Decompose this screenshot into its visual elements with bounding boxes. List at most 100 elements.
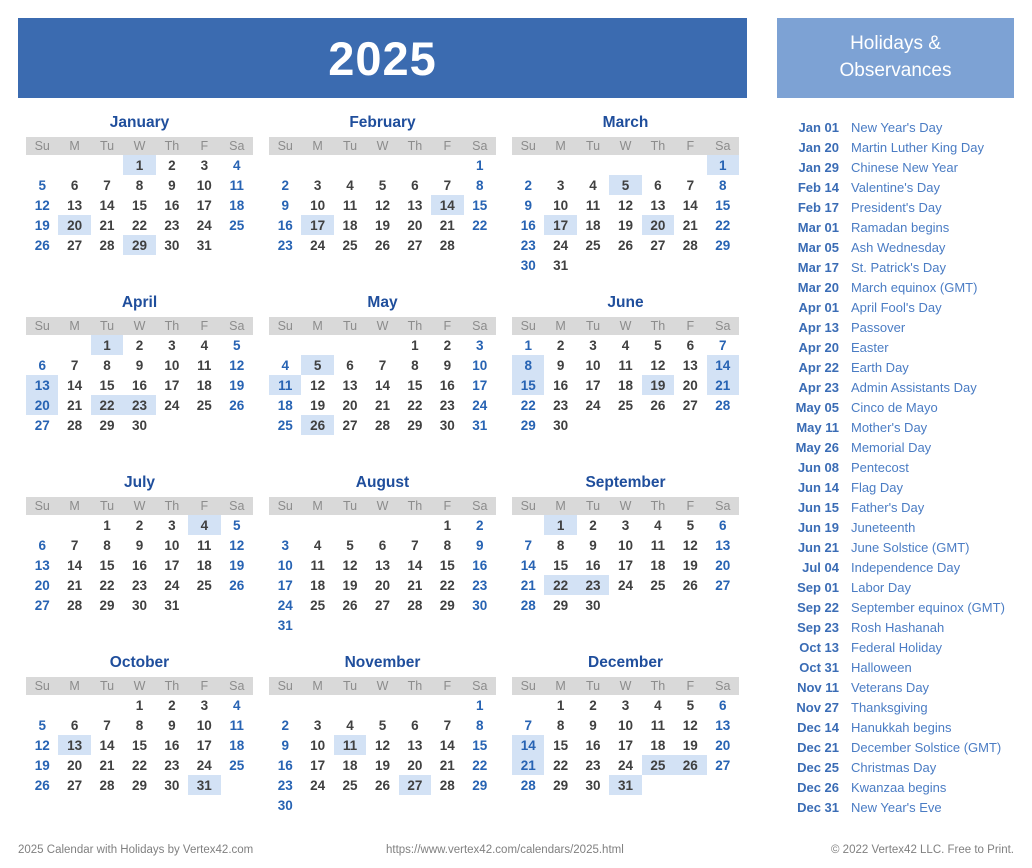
day-cell[interactable]: 1: [706, 155, 739, 175]
day-cell[interactable]: 16: [577, 735, 609, 755]
day-cell[interactable]: 4: [221, 695, 253, 715]
day-cell[interactable]: 15: [464, 195, 496, 215]
day-cell[interactable]: 27: [398, 775, 432, 795]
day-cell[interactable]: 19: [674, 555, 706, 575]
day-cell[interactable]: 16: [431, 375, 463, 395]
day-cell[interactable]: 16: [123, 375, 155, 395]
day-cell[interactable]: 12: [642, 355, 674, 375]
day-cell[interactable]: 18: [188, 375, 220, 395]
day-cell[interactable]: 13: [26, 375, 59, 395]
day-cell[interactable]: 5: [674, 695, 706, 715]
day-cell[interactable]: 23: [156, 215, 188, 235]
day-cell[interactable]: 20: [26, 575, 58, 595]
day-cell[interactable]: 31: [188, 775, 221, 795]
day-cell[interactable]: 22: [431, 575, 463, 595]
day-cell[interactable]: 21: [366, 395, 398, 415]
day-cell[interactable]: 21: [512, 575, 544, 595]
day-cell[interactable]: 16: [464, 555, 496, 575]
day-cell[interactable]: 17: [609, 555, 641, 575]
day-cell[interactable]: 12: [221, 355, 253, 375]
day-cell[interactable]: 1: [544, 695, 576, 715]
day-cell[interactable]: 9: [577, 715, 609, 735]
day-cell[interactable]: 13: [707, 715, 739, 735]
day-cell[interactable]: 16: [512, 215, 544, 235]
day-cell[interactable]: 14: [431, 735, 463, 755]
day-cell[interactable]: 14: [512, 555, 544, 575]
day-cell[interactable]: 24: [609, 575, 641, 595]
day-cell[interactable]: 10: [609, 715, 641, 735]
day-cell[interactable]: 26: [334, 595, 366, 615]
day-cell[interactable]: 9: [577, 535, 609, 555]
day-cell[interactable]: 13: [334, 375, 366, 395]
day-cell[interactable]: 24: [301, 775, 333, 795]
day-cell[interactable]: 17: [188, 195, 220, 215]
day-cell[interactable]: 1: [512, 335, 544, 355]
day-cell[interactable]: 27: [707, 755, 739, 775]
day-cell[interactable]: 19: [26, 755, 58, 775]
day-cell[interactable]: 15: [544, 735, 576, 755]
day-cell[interactable]: 28: [431, 235, 463, 255]
day-cell[interactable]: 19: [366, 755, 398, 775]
day-cell[interactable]: 5: [221, 515, 253, 535]
day-cell[interactable]: 7: [431, 175, 463, 195]
day-cell[interactable]: 22: [464, 215, 496, 235]
day-cell[interactable]: 29: [544, 775, 576, 795]
day-cell[interactable]: 20: [399, 215, 431, 235]
day-cell[interactable]: 27: [642, 235, 674, 255]
day-cell[interactable]: 15: [512, 375, 545, 395]
day-cell[interactable]: 25: [269, 415, 301, 435]
day-cell[interactable]: 30: [544, 415, 576, 435]
day-cell[interactable]: 25: [642, 575, 674, 595]
day-cell[interactable]: 18: [577, 215, 609, 235]
day-cell[interactable]: 25: [609, 395, 641, 415]
day-cell[interactable]: 26: [642, 395, 674, 415]
day-cell[interactable]: 3: [301, 175, 333, 195]
day-cell[interactable]: 30: [577, 775, 609, 795]
day-cell[interactable]: 29: [464, 775, 496, 795]
day-cell[interactable]: 5: [301, 355, 334, 375]
day-cell[interactable]: 19: [609, 215, 641, 235]
day-cell[interactable]: 1: [123, 695, 155, 715]
day-cell[interactable]: 17: [188, 735, 220, 755]
day-cell[interactable]: 27: [366, 595, 398, 615]
day-cell[interactable]: 17: [269, 575, 301, 595]
day-cell[interactable]: 27: [58, 775, 90, 795]
day-cell[interactable]: 5: [366, 175, 398, 195]
day-cell[interactable]: 2: [464, 515, 496, 535]
day-cell[interactable]: 3: [156, 515, 188, 535]
day-cell[interactable]: 12: [301, 375, 333, 395]
day-cell[interactable]: 3: [188, 695, 220, 715]
day-cell[interactable]: 5: [26, 715, 58, 735]
day-cell[interactable]: 27: [674, 395, 706, 415]
day-cell[interactable]: 24: [269, 595, 301, 615]
day-cell[interactable]: 31: [188, 235, 220, 255]
day-cell[interactable]: 12: [26, 195, 58, 215]
day-cell[interactable]: 31: [609, 775, 642, 795]
day-cell[interactable]: 18: [301, 575, 333, 595]
day-cell[interactable]: 7: [91, 715, 123, 735]
day-cell[interactable]: 28: [512, 595, 544, 615]
day-cell[interactable]: 28: [58, 595, 90, 615]
day-cell[interactable]: 25: [334, 775, 366, 795]
day-cell[interactable]: 17: [577, 375, 609, 395]
day-cell[interactable]: 24: [544, 235, 576, 255]
day-cell[interactable]: 26: [221, 575, 253, 595]
day-cell[interactable]: 3: [301, 715, 333, 735]
day-cell[interactable]: 23: [123, 395, 156, 415]
day-cell[interactable]: 17: [301, 215, 334, 235]
day-cell[interactable]: 4: [334, 175, 366, 195]
day-cell[interactable]: 29: [123, 775, 155, 795]
day-cell[interactable]: 8: [464, 715, 496, 735]
day-cell[interactable]: 14: [706, 355, 739, 375]
footer-url[interactable]: https://www.vertex42.com/calendars/2025.…: [368, 844, 764, 856]
day-cell[interactable]: 8: [91, 535, 123, 555]
day-cell[interactable]: 28: [58, 415, 90, 435]
day-cell[interactable]: 25: [188, 575, 220, 595]
day-cell[interactable]: 21: [706, 375, 739, 395]
day-cell[interactable]: 6: [26, 355, 58, 375]
day-cell[interactable]: 21: [431, 215, 463, 235]
day-cell[interactable]: 10: [156, 355, 188, 375]
day-cell[interactable]: 16: [156, 735, 188, 755]
day-cell[interactable]: 6: [642, 175, 674, 195]
day-cell[interactable]: 6: [58, 715, 90, 735]
